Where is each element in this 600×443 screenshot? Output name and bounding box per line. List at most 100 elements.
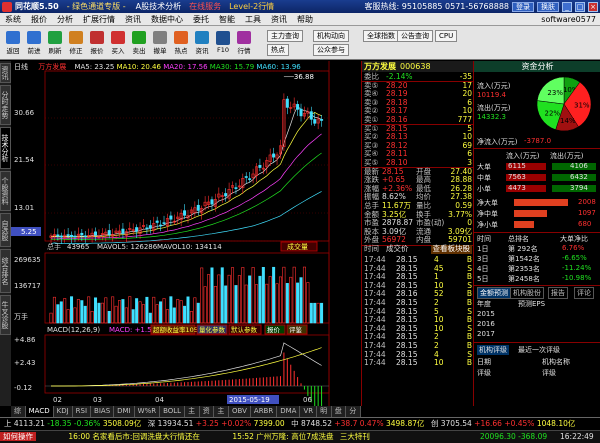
side-tab-3[interactable]: 个股资料 [0, 171, 11, 211]
forecast-tab-1[interactable]: 机构股份 [510, 287, 544, 299]
toolbar-0-button[interactable]: 返回 [3, 29, 23, 55]
minimize-button[interactable]: _ [562, 1, 572, 12]
side-tab-0[interactable]: 资讯 [0, 63, 11, 83]
menu-item-7[interactable]: 智能 [214, 14, 240, 25]
level2-link[interactable]: Level-2行情 [229, 1, 274, 12]
indicator-tab-15[interactable]: 明细 [317, 406, 332, 426]
toolbar-r1-button-1[interactable]: 机构动向 [313, 30, 349, 42]
toolbar-7-button[interactable]: 撤单 [150, 29, 170, 55]
sz-index[interactable]: 深 13934.51 [148, 419, 194, 428]
login-button[interactable]: 登录 [512, 1, 534, 12]
indicator-tab-2[interactable]: KDJ [54, 406, 73, 417]
menu-item-8[interactable]: 工具 [240, 14, 266, 25]
skin-button[interactable]: 换肤 [537, 1, 559, 12]
indicator-tab-6[interactable]: W%R [135, 406, 161, 417]
indicator-tab-11[interactable]: OBV [229, 406, 251, 417]
cy-index[interactable]: 创 3705.54 [431, 419, 472, 428]
menu-item-10[interactable]: 帮助 [292, 14, 318, 25]
menu-item-6[interactable]: 委托 [188, 14, 214, 25]
toolbar-9-label: 资讯 [195, 47, 209, 55]
clock: 16:22:49 [560, 432, 594, 441]
toolbar-2-button[interactable]: 刷新 [45, 29, 65, 55]
side-tab-6[interactable]: 牛叉诊股 [0, 295, 11, 335]
indicator-tab-14[interactable]: VR [300, 406, 318, 417]
kline-chart-panel[interactable]: 30.6621.5413.015.255.2536.88总手43965MAVOL… [11, 61, 361, 406]
toolbar-3-label: 修正 [69, 47, 83, 55]
macd-axis-label: +2.43 [14, 359, 35, 367]
indicator-tab-10[interactable]: 主力 [214, 406, 230, 426]
indicator-tab-12[interactable]: ARBR [251, 406, 278, 417]
toolbar-3-button[interactable]: 修正 [66, 29, 86, 55]
indicator-tab-4[interactable]: BIAS [91, 406, 115, 417]
menu-item-9[interactable]: 资讯 [266, 14, 292, 25]
toolbar-r1-button-3[interactable]: 公告查询 [397, 30, 433, 42]
toolbar-2-icon [48, 31, 62, 44]
date-axis-label: 02 [53, 396, 62, 404]
net-row-value: 2008 [578, 198, 596, 206]
menu-item-5[interactable]: 数据中心 [146, 14, 188, 25]
forecast-tab-2[interactable]: 报告 [548, 287, 568, 299]
news-item-3[interactable]: 三大特刊 [340, 432, 370, 441]
news-item-1[interactable]: 16:00 名家看后市:回调洗盘大行情还在 [68, 432, 200, 441]
toolbar-11-button[interactable]: 行情 [234, 29, 254, 55]
side-tab-2[interactable]: 技术分析 [0, 127, 11, 169]
indicator-tab-9[interactable]: 资金 [200, 406, 215, 426]
menu-item-1[interactable]: 报价 [26, 14, 52, 25]
net-row-label: 净小单 [477, 221, 498, 229]
macd-btn5-label: 评鉴 [289, 325, 303, 334]
indicator-tabs: 综合MACDKDJRSIBIASDMIW%RBOLL主力资金主力OBVARBRD… [11, 406, 362, 426]
toolbar-10-button[interactable]: F10 [213, 29, 233, 55]
news-item-2[interactable]: 15:52 广州万隆: 高位7成洗盘 [232, 432, 333, 441]
menu-item-3[interactable]: 扩展行情 [78, 14, 120, 25]
indicator-tab-8[interactable]: 主力 [185, 406, 200, 426]
toolbar-r2-button-1[interactable]: 公众参与 [313, 44, 349, 56]
menu-item-0[interactable]: 系统 [0, 14, 26, 25]
toolbar-r2-button-0[interactable]: 热点 [267, 44, 289, 56]
indicator-tab-17[interactable]: 分价 [346, 406, 362, 426]
toolbar-r1-button-0[interactable]: 主力查询 [267, 30, 303, 42]
candle-body [148, 225, 152, 229]
side-tab-4[interactable]: 自选股 [0, 213, 11, 247]
indicator-tab-7[interactable]: BOLL [160, 406, 186, 417]
toolbar-6-button[interactable]: 卖出 [129, 29, 149, 55]
sector-button[interactable]: 查看板块股 [430, 244, 472, 254]
toolbar-r1-button-4[interactable]: CPU [435, 30, 458, 42]
quote-panel: 万方发展 000638 委比 -2.14% -35 卖⑤ 28.20 17 卖④ 28.19 2… [361, 61, 474, 406]
menu-item-4[interactable]: 资讯 [120, 14, 146, 25]
kline-chart[interactable]: 30.6621.5413.015.255.2536.88总手43965MAVOL… [11, 61, 361, 406]
side-tab-5[interactable]: 综合排名 [0, 249, 11, 293]
indicator-tab-16[interactable]: 盘口 [332, 406, 347, 426]
volume-bar [183, 305, 187, 324]
indicator-tab-5[interactable]: DMI [114, 406, 135, 417]
sh-index[interactable]: 上 4113.21 [4, 419, 45, 428]
toolbar-4-button[interactable]: 报价 [87, 29, 107, 55]
forecast-tab-3[interactable]: 评论 [574, 287, 594, 299]
toolbar-5-button[interactable]: 买入 [108, 29, 128, 55]
online-service-link[interactable]: 在线服务 [189, 1, 221, 12]
cy-amount: 1048.10亿 [536, 419, 576, 428]
candle-body [155, 220, 159, 223]
toolbar-2-label: 刷新 [48, 47, 62, 55]
forecast-tab-0[interactable]: 金额预测 [477, 287, 511, 299]
candle-body [107, 230, 111, 235]
toolbar-4-icon [90, 31, 104, 44]
indicator-tab-3[interactable]: RSI [73, 406, 92, 417]
close-button[interactable]: × [588, 1, 598, 12]
price-axis-label: 13.01 [14, 204, 34, 212]
toolbar-9-button[interactable]: 资讯 [192, 29, 212, 55]
zx-change: +38.7 [334, 419, 358, 428]
volume-bar [210, 267, 214, 324]
maximize-button[interactable]: □ [575, 1, 585, 12]
indicator-tab-0[interactable]: 综合 [11, 406, 26, 426]
toolbar-1-button[interactable]: 前进 [24, 29, 44, 55]
indicator-tab-13[interactable]: DMA [277, 406, 301, 417]
table-in-header: 流入(万元) [506, 152, 540, 160]
menu-item-2[interactable]: 分析 [52, 14, 78, 25]
volume-bar [272, 266, 276, 324]
toolbar-8-button[interactable]: 热点 [171, 29, 191, 55]
toolbar-r1-button-2[interactable]: 全球指数 [363, 30, 399, 42]
zx-index[interactable]: 中 8748.52 [291, 419, 332, 428]
side-tab-1[interactable]: 分时走势 [0, 85, 11, 125]
indicator-tab-1[interactable]: MACD [25, 406, 54, 417]
howto-button[interactable]: 如何操作 [0, 432, 36, 441]
